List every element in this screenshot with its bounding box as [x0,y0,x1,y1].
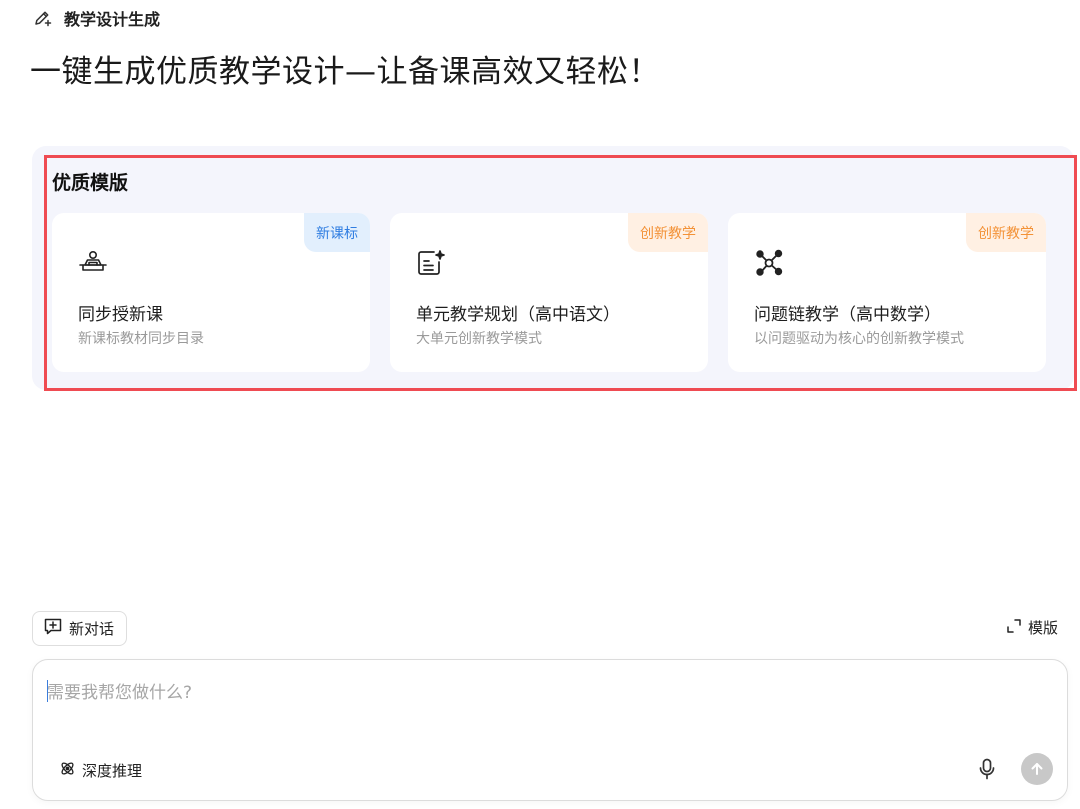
template-card-sync-lesson[interactable]: 新课标 同步授新课 新课标教材同步目录 [52,213,370,372]
message-composer: 深度推理 [32,659,1068,801]
card-title: 问题链教学（高中数学） [754,305,941,325]
app-header: 教学设计生成 [32,6,160,30]
text-caret [47,680,48,702]
lesson-tray-icon [78,248,108,278]
document-sparkle-icon [416,248,446,278]
card-description: 大单元创新教学模式 [416,331,542,347]
templates-toggle-label: 模版 [1027,619,1058,637]
microphone-icon[interactable] [975,756,999,782]
network-nodes-icon [754,248,784,278]
new-chat-button[interactable]: 新对话 [32,611,128,646]
arrow-up-icon [1031,763,1043,775]
card-title: 单元教学规划（高中语文） [416,305,620,325]
expand-icon [1006,618,1022,638]
deep-think-toggle[interactable]: 深度推理 [59,760,142,781]
app-title: 教学设计生成 [64,10,161,29]
card-title: 同步授新课 [78,305,163,325]
card-badge: 创新教学 [966,213,1046,252]
card-description: 新课标教材同步目录 [78,331,204,347]
deep-think-label: 深度推理 [82,762,143,780]
card-description: 以问题驱动为核心的创新教学模式 [754,331,964,347]
templates-toggle[interactable]: 模版 [1006,617,1058,638]
send-button[interactable] [1021,753,1053,785]
message-input[interactable] [47,678,1037,728]
card-badge: 创新教学 [628,213,708,252]
atom-icon [59,760,76,781]
page-headline: 一键生成优质教学设计—让备课高效又轻松！ [30,54,660,90]
chat-plus-icon [43,617,63,640]
templates-heading: 优质模版 [52,172,129,194]
template-card-unit-planning[interactable]: 创新教学 单元教学规划（高中语文） 大单元创新教学模式 [390,213,708,372]
template-card-question-chain[interactable]: 创新教学 问题链教学（高中数学） 以问题驱动为核心的创新教学模式 [728,213,1046,372]
edit-sparkle-icon [32,7,54,29]
card-badge: 新课标 [304,213,370,252]
new-chat-label: 新对话 [69,620,115,638]
